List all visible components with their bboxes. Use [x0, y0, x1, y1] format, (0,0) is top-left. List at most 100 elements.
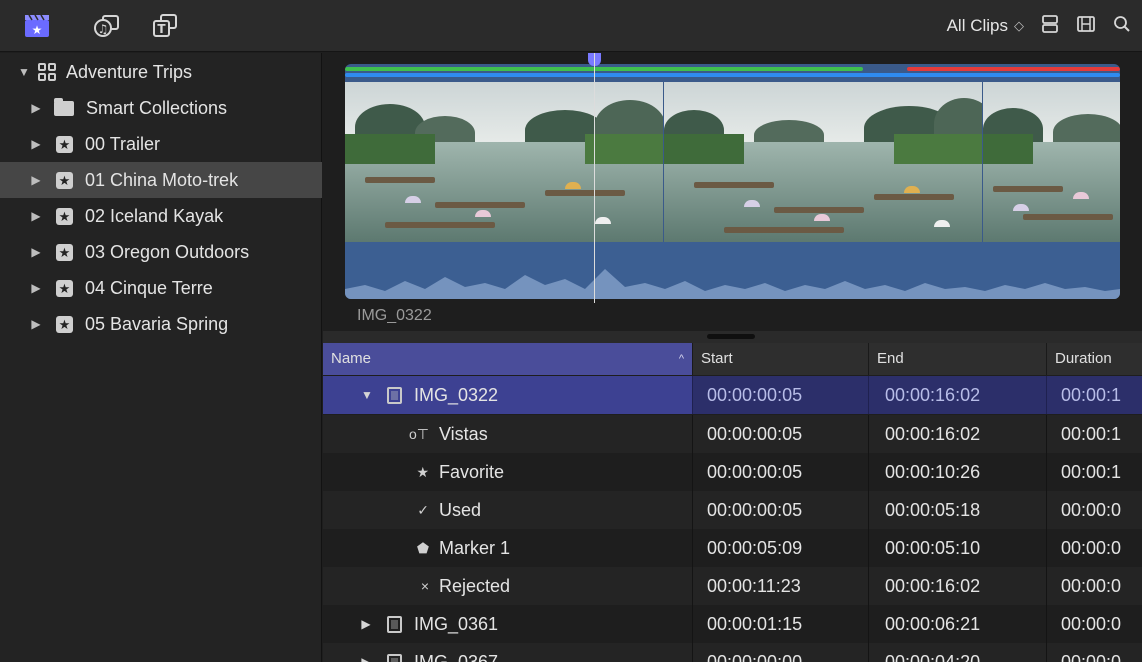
titles-generators-icon[interactable]: T — [150, 12, 180, 40]
clip-list-table: Name ^ Start End Duration ▼ IMG_0322 00:… — [323, 343, 1142, 662]
checkmark-icon: ✓ — [417, 502, 429, 518]
sidebar-item-01-china-moto-trek[interactable]: ▶ ★ 01 China Moto-trek — [0, 162, 322, 198]
event-star-icon: ★ — [56, 243, 73, 261]
table-row-img-0322[interactable]: ▼ IMG_0322 00:00:00:05 00:00:16:02 00:00… — [323, 376, 1142, 414]
event-star-icon: ★ — [56, 135, 73, 153]
column-header-label: End — [877, 350, 904, 367]
disclosure-closed-icon[interactable]: ▶ — [30, 281, 42, 295]
event-star-icon: ★ — [56, 279, 73, 297]
sidebar-item-05-bavaria-spring[interactable]: ▶ ★ 05 Bavaria Spring — [0, 306, 322, 342]
svg-text:★: ★ — [32, 23, 43, 37]
column-header-name[interactable]: Name ^ — [323, 343, 693, 375]
end-cell: 00:00:06:21 — [869, 605, 1047, 643]
disclosure-open-icon[interactable]: ▼ — [18, 65, 30, 79]
clip-filter-popup[interactable]: All Clips ◇ — [947, 16, 1024, 36]
duration-cell: 00:00:0 — [1061, 538, 1122, 558]
start-cell: 00:00:00:05 — [693, 453, 869, 491]
disclosure-closed-icon[interactable]: ▶ — [30, 317, 42, 331]
libraries-sidebar: ▼ Adventure Trips ▶ Smart Collections ▶ … — [0, 53, 322, 662]
pane-splitter[interactable] — [323, 331, 1142, 343]
disclosure-closed-icon[interactable]: ▶ — [30, 209, 42, 223]
sidebar-item-label: 05 Bavaria Spring — [85, 313, 229, 334]
column-header-label: Name — [331, 350, 372, 367]
filmstrip-icon — [387, 386, 402, 404]
filmstrip-list-icon[interactable] — [1076, 14, 1096, 39]
rejected-range-bar[interactable] — [907, 67, 1120, 71]
photos-audio-icon[interactable]: ♫ — [92, 12, 122, 40]
start-cell: 00:00:05:09 — [693, 529, 869, 567]
marker-icon: ⬟ — [416, 540, 429, 556]
libraries-icon[interactable]: ★ — [22, 12, 52, 40]
folder-icon — [54, 97, 74, 116]
favorite-star-icon: ★ — [416, 464, 429, 480]
library-adventure-trips[interactable]: ▼ Adventure Trips — [0, 54, 322, 90]
table-row-img-0361[interactable]: ▶ IMG_0361 00:00:01:15 00:00:06:21 00:00… — [323, 605, 1142, 643]
table-row-favorite[interactable]: ★ Favorite 00:00:00:05 00:00:10:26 00:00… — [323, 453, 1142, 491]
duration-cell: 00:00:0 — [1061, 652, 1122, 662]
sidebar-item-00-trailer[interactable]: ▶ ★ 00 Trailer — [0, 126, 322, 162]
sidebar-item-label: Smart Collections — [86, 97, 228, 118]
duration-cell: 00:00:1 — [1061, 462, 1122, 482]
rating-name: Favorite — [439, 462, 505, 482]
library-icon — [38, 63, 56, 81]
start-cell: 00:00:01:15 — [693, 605, 869, 643]
audio-waveform — [345, 242, 1120, 299]
sidebar-item-label: 01 China Moto-trek — [85, 169, 239, 190]
library-label: Adventure Trips — [66, 61, 193, 82]
sidebar-item-03-oregon-outdoors[interactable]: ▶ ★ 03 Oregon Outdoors — [0, 234, 322, 270]
clip-filmstrip-area: IMG_0322 — [323, 53, 1142, 343]
disclosure-closed-icon[interactable]: ▶ — [30, 101, 42, 115]
svg-text:♫: ♫ — [98, 22, 109, 36]
end-cell: 00:00:05:18 — [869, 491, 1047, 529]
table-row-vistas[interactable]: o⊤ Vistas 00:00:00:05 00:00:16:02 00:00:… — [323, 415, 1142, 453]
clip-name: IMG_0367 — [414, 652, 499, 662]
column-header-label: Duration — [1055, 350, 1112, 367]
end-cell: 00:00:16:02 — [869, 415, 1047, 453]
disclosure-closed-icon[interactable]: ▶ — [30, 137, 42, 151]
filmstrip-frame-3 — [983, 82, 1120, 242]
updown-chevron-icon: ◇ — [1014, 18, 1024, 33]
table-row-used[interactable]: ✓ Used 00:00:00:05 00:00:05:18 00:00:0 — [323, 491, 1142, 529]
duration-cell: 00:00:0 — [1061, 500, 1122, 520]
keyword-range-bar[interactable] — [345, 73, 1120, 77]
event-star-icon: ★ — [56, 207, 73, 225]
end-cell: 00:00:04:20 — [869, 643, 1047, 662]
used-name: Used — [439, 500, 482, 520]
filmstrip-icon — [387, 653, 402, 662]
start-cell: 00:00:00:05 — [693, 376, 869, 414]
event-star-icon: ★ — [56, 315, 73, 333]
sidebar-item-label: 04 Cinque Terre — [85, 277, 213, 298]
clip-filmstrip[interactable] — [345, 64, 1120, 299]
browser-toolbar: ★ ♫ T All Clips ◇ — [0, 0, 1142, 52]
disclosure-closed-icon[interactable]: ▶ — [30, 173, 42, 187]
table-row-marker-1[interactable]: ⬟ Marker 1 00:00:05:09 00:00:05:10 00:00… — [323, 529, 1142, 567]
clip-appearance-icon[interactable] — [1040, 14, 1060, 39]
svg-text:T: T — [157, 22, 166, 36]
table-row-rejected[interactable]: × Rejected 00:00:11:23 00:00:16:02 00:00… — [323, 567, 1142, 605]
clip-name: IMG_0361 — [414, 614, 499, 634]
search-icon[interactable] — [1112, 14, 1132, 39]
table-row-img-0367[interactable]: ▶ IMG_0367 00:00:00:00 00:00:04:20 00:00… — [323, 643, 1142, 662]
column-header-start[interactable]: Start — [693, 343, 869, 375]
disclosure-open-icon[interactable]: ▼ — [361, 376, 373, 414]
disclosure-closed-icon[interactable]: ▶ — [30, 245, 42, 259]
filmstrip-frame-2 — [664, 82, 982, 242]
duration-cell: 00:00:0 — [1061, 576, 1122, 596]
disclosure-closed-icon[interactable]: ▶ — [361, 643, 371, 662]
sidebar-item-02-iceland-kayak[interactable]: ▶ ★ 02 Iceland Kayak — [0, 198, 322, 234]
disclosure-closed-icon[interactable]: ▶ — [361, 605, 371, 643]
sidebar-item-smart-collections[interactable]: ▶ Smart Collections — [0, 90, 322, 126]
keyword-name: Vistas — [439, 424, 488, 444]
start-cell: 00:00:00:05 — [693, 491, 869, 529]
clip-filter-label: All Clips — [946, 16, 1008, 35]
column-header-end[interactable]: End — [869, 343, 1047, 375]
sidebar-item-04-cinque-terre[interactable]: ▶ ★ 04 Cinque Terre — [0, 270, 322, 306]
splitter-grip[interactable] — [707, 334, 755, 339]
column-header-duration[interactable]: Duration — [1047, 343, 1142, 375]
sidebar-item-label: 02 Iceland Kayak — [85, 205, 224, 226]
start-cell: 00:00:11:23 — [693, 567, 869, 605]
start-cell: 00:00:00:00 — [693, 643, 869, 662]
column-header-label: Start — [701, 350, 733, 367]
favorite-range-bar[interactable] — [345, 67, 863, 71]
duration-cell: 00:00:1 — [1061, 424, 1122, 444]
